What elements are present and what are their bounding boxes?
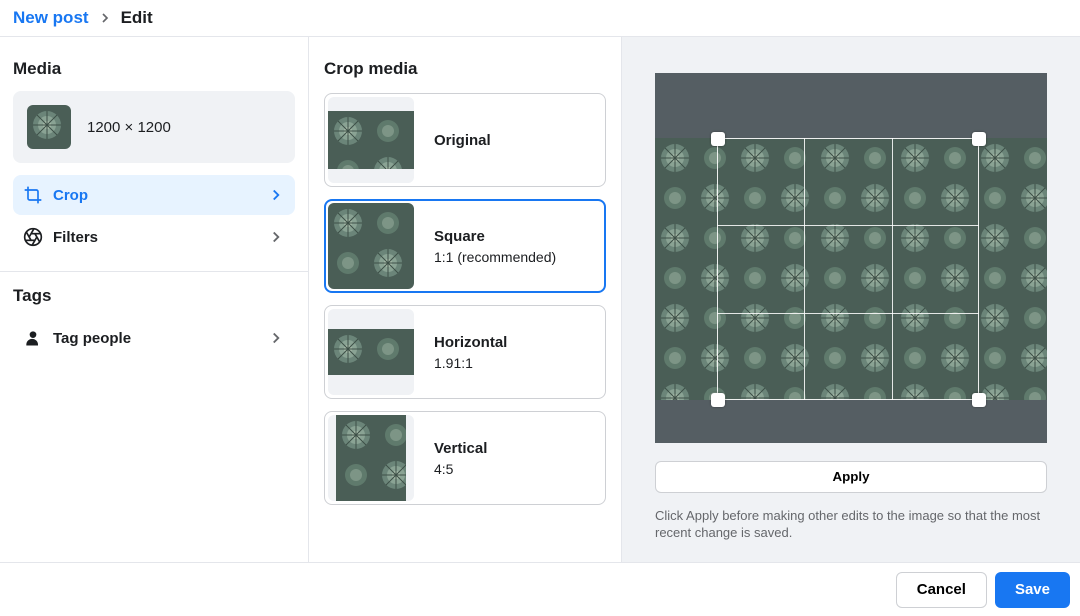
sidebar-item-label: Filters <box>53 229 267 246</box>
chevron-right-icon <box>267 329 285 347</box>
sidebar-item-tag-people[interactable]: Tag people <box>13 318 295 358</box>
crop-options-panel: Crop media Original Square 1:1 (recommen… <box>309 37 622 562</box>
crop-option-thumbnail <box>328 97 414 183</box>
crop-option-square[interactable]: Square 1:1 (recommended) <box>324 199 606 293</box>
save-button[interactable]: Save <box>995 572 1070 608</box>
crop-canvas[interactable] <box>655 73 1047 443</box>
footer: Cancel Save <box>0 562 1080 616</box>
crop-media-heading: Crop media <box>324 59 606 79</box>
aperture-icon <box>23 227 43 247</box>
sidebar-item-crop[interactable]: Crop <box>13 175 295 215</box>
crop-option-thumbnail <box>328 415 414 501</box>
chevron-right-icon <box>97 10 113 26</box>
media-item[interactable]: 1200 × 1200 <box>13 91 295 163</box>
crop-option-thumbnail <box>328 203 414 289</box>
divider <box>0 271 308 272</box>
chevron-right-icon <box>267 186 285 204</box>
sidebar-item-filters[interactable]: Filters <box>13 217 295 257</box>
crop-preview-panel: Apply Click Apply before making other ed… <box>622 37 1080 562</box>
crop-handle-br[interactable] <box>972 393 986 407</box>
crop-option-title: Original <box>434 132 491 149</box>
media-thumbnail <box>27 105 71 149</box>
preview-image <box>655 138 1047 400</box>
tags-heading: Tags <box>13 286 295 306</box>
media-dimensions: 1200 × 1200 <box>87 119 171 136</box>
person-icon <box>23 328 43 348</box>
crop-option-subtitle: 1.91:1 <box>434 355 507 371</box>
crop-handle-bl[interactable] <box>711 393 725 407</box>
crop-option-subtitle: 4:5 <box>434 461 487 477</box>
crop-option-original[interactable]: Original <box>324 93 606 187</box>
sidebar-item-label: Crop <box>53 187 267 204</box>
breadcrumb-current: Edit <box>121 8 153 28</box>
crop-option-title: Vertical <box>434 440 487 457</box>
apply-hint: Click Apply before making other edits to… <box>655 507 1047 542</box>
crop-icon <box>23 185 43 205</box>
breadcrumb-parent-link[interactable]: New post <box>13 8 89 28</box>
apply-button[interactable]: Apply <box>655 461 1047 493</box>
crop-handle-tr[interactable] <box>972 132 986 146</box>
crop-option-title: Horizontal <box>434 334 507 351</box>
crop-option-horizontal[interactable]: Horizontal 1.91:1 <box>324 305 606 399</box>
media-heading: Media <box>13 59 295 79</box>
crop-option-vertical[interactable]: Vertical 4:5 <box>324 411 606 505</box>
crop-handle-tl[interactable] <box>711 132 725 146</box>
sidebar-item-label: Tag people <box>53 330 267 347</box>
sidebar: Media 1200 × 1200 Crop <box>0 37 309 562</box>
cancel-button[interactable]: Cancel <box>896 572 987 608</box>
crop-option-subtitle: 1:1 (recommended) <box>434 249 556 265</box>
crop-option-thumbnail <box>328 309 414 395</box>
crop-option-title: Square <box>434 228 556 245</box>
breadcrumb: New post Edit <box>0 0 1080 37</box>
chevron-right-icon <box>267 228 285 246</box>
